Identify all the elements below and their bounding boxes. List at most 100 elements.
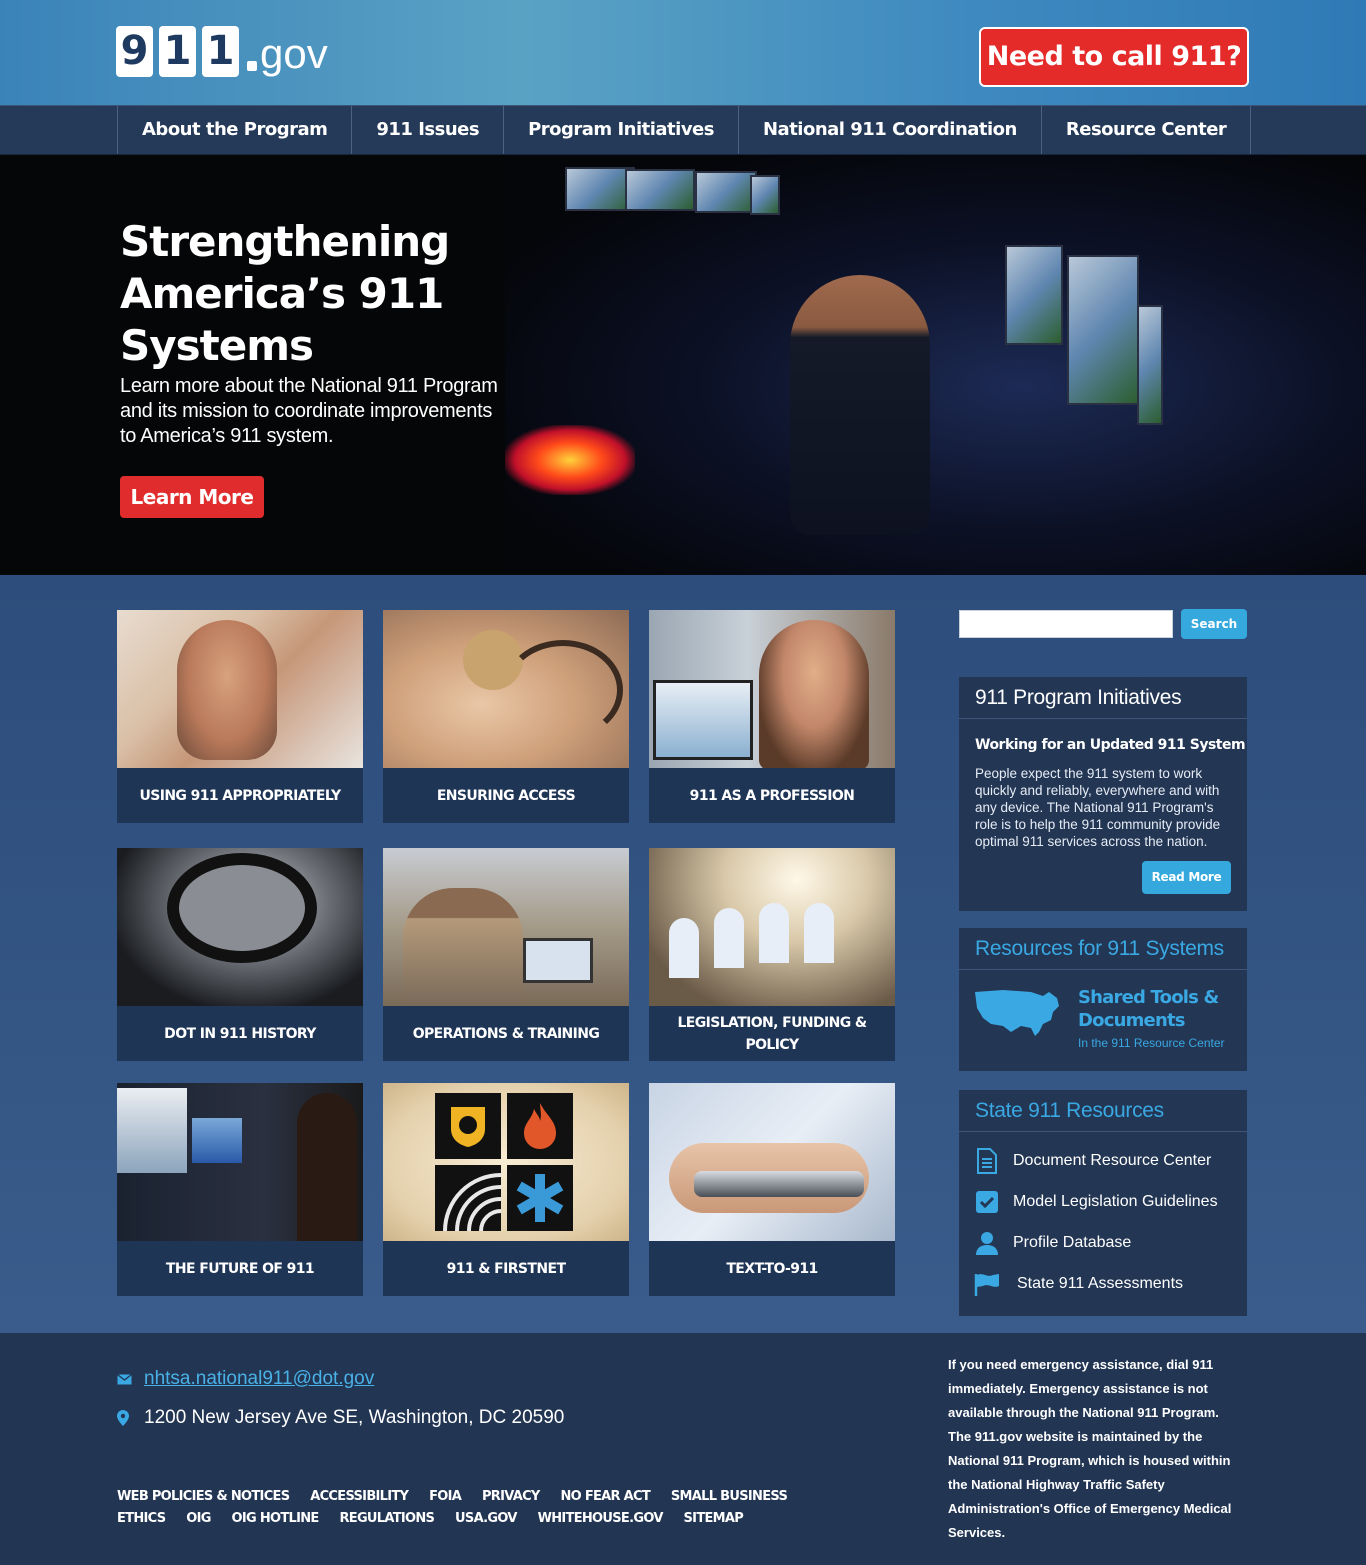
panel-subtitle: Working for an Updated 911 System: [975, 737, 1246, 753]
tile-the-future-of-911[interactable]: THE FUTURE OF 911: [117, 1083, 363, 1296]
tile-label: TEXT-TO-911: [726, 1260, 818, 1277]
dispatcher-photo: [505, 155, 1366, 575]
location-pin-icon: [117, 1410, 129, 1426]
woman-on-phone-photo: [117, 610, 363, 768]
footer-link-no-fear-act[interactable]: NO FEAR ACT: [560, 1486, 650, 1508]
resources-panel: Resources for 911 Systems Shared Tools &…: [959, 928, 1247, 1071]
panel-title: 911 Program Initiatives: [959, 677, 1247, 719]
red-light-glow: [505, 425, 635, 495]
nav-item-resource-center[interactable]: Resource Center: [1042, 106, 1252, 154]
nav-item-national-911-coordination[interactable]: National 911 Coordination: [739, 106, 1042, 154]
tile-operations-and-training[interactable]: OPERATIONS & TRAINING: [383, 848, 629, 1061]
email-link[interactable]: nhtsa.national911@dot.gov: [144, 1368, 374, 1390]
state-link-state-911-assessments[interactable]: State 911 Assessments: [973, 1269, 1233, 1299]
state-link-label: Profile Database: [1013, 1234, 1132, 1251]
hearing-aid-photo: [383, 610, 629, 768]
monitor: [750, 175, 780, 215]
tile-911-as-a-profession[interactable]: 911 AS A PROFESSION: [649, 610, 895, 823]
learn-more-button[interactable]: Learn More: [120, 476, 264, 518]
footer-link-usa-gov[interactable]: USA.GOV: [455, 1508, 517, 1530]
resource-center-caption: In the 911 Resource Center: [1078, 1036, 1225, 1050]
main-nav: About the Program 911 Issues Program Ini…: [0, 105, 1366, 155]
nav-item-about-the-program[interactable]: About the Program: [118, 106, 353, 154]
state-link-label: Document Resource Center: [1013, 1152, 1212, 1169]
footer-address: 1200 New Jersey Ave SE, Washington, DC 2…: [117, 1407, 564, 1429]
footer-link-web-policies[interactable]: WEB POLICIES & NOTICES: [117, 1486, 290, 1508]
need-to-call-911-button[interactable]: Need to call 911?: [979, 27, 1249, 87]
tile-label: THE FUTURE OF 911: [165, 1260, 315, 1277]
checkbox-icon: [973, 1188, 1001, 1216]
capitol-dome-photo: [649, 848, 895, 1006]
logo-digit: 9: [116, 26, 153, 77]
logo-dot: [247, 61, 257, 71]
tile-label: OPERATIONS & TRAINING: [412, 1025, 600, 1042]
envelope-icon: [117, 1373, 132, 1384]
footer-link-accessibility[interactable]: ACCESSIBILITY: [310, 1486, 409, 1508]
rotary-phone-photo: [117, 848, 363, 1006]
panel-body: People expect the 911 system to work qui…: [975, 766, 1221, 849]
footer-link-foia[interactable]: FOIA: [429, 1486, 462, 1508]
monitor: [1137, 305, 1163, 425]
tile-label: 911 AS A PROFESSION: [689, 787, 855, 804]
dispatcher-figure: [790, 275, 930, 535]
footer-link-regulations[interactable]: REGULATIONS: [339, 1508, 434, 1530]
hands-texting-photo: [649, 1083, 895, 1241]
read-more-button[interactable]: Read More: [1142, 861, 1231, 894]
firstnet-icons-image: [383, 1083, 629, 1241]
monitor: [1067, 255, 1139, 405]
tile-legislation-funding-policy[interactable]: LEGISLATION, FUNDING & POLICY: [649, 848, 895, 1061]
nav-item-911-issues[interactable]: 911 Issues: [352, 106, 505, 154]
footer-link-ethics[interactable]: ETHICS: [117, 1508, 166, 1530]
emergency-disclaimer: If you need emergency assistance, dial 9…: [948, 1357, 1232, 1540]
search-input[interactable]: [959, 610, 1173, 638]
footer-email: nhtsa.national911@dot.gov: [117, 1368, 374, 1390]
panel-title: State 911 Resources: [959, 1090, 1247, 1132]
site-header: 9 1 1 gov Need to call 911?: [0, 0, 1366, 105]
monitor: [1005, 245, 1063, 345]
monitor: [695, 171, 757, 213]
address-text: 1200 New Jersey Ave SE, Washington, DC 2…: [144, 1407, 565, 1428]
footer-link-oig[interactable]: OIG: [186, 1508, 211, 1530]
tile-label: 911 & FIRSTNET: [446, 1260, 566, 1277]
state-link-document-resource-center[interactable]: Document Resource Center: [973, 1146, 1233, 1176]
state-resources-panel: State 911 Resources Document Resource Ce…: [959, 1090, 1247, 1316]
dispatcher-woman-photo: [649, 610, 895, 768]
state-link-label: Model Legislation Guidelines: [1013, 1193, 1218, 1210]
state-link-model-legislation[interactable]: Model Legislation Guidelines: [973, 1187, 1233, 1217]
document-icon: [973, 1147, 1001, 1175]
dispatch-center-photo: [117, 1083, 363, 1241]
site-logo[interactable]: 9 1 1 gov: [116, 26, 328, 77]
nav-item-program-initiatives[interactable]: Program Initiatives: [504, 106, 739, 154]
footer-links: WEB POLICIES & NOTICES ACCESSIBILITY FOI…: [117, 1486, 837, 1530]
state-link-label: State 911 Assessments: [1017, 1275, 1184, 1292]
monitor: [625, 169, 695, 211]
logo-digit: 1: [159, 26, 196, 77]
search-button[interactable]: Search: [1181, 609, 1247, 639]
footer-link-whitehouse-gov[interactable]: WHITEHOUSE.GOV: [538, 1508, 664, 1530]
logo-suffix: gov: [260, 30, 328, 77]
footer-link-sitemap[interactable]: SITEMAP: [684, 1508, 744, 1530]
site-footer: nhtsa.national911@dot.gov 1200 New Jerse…: [0, 1333, 1366, 1565]
state-link-profile-database[interactable]: Profile Database: [973, 1228, 1233, 1258]
tile-dot-in-911-history[interactable]: DOT IN 911 HISTORY: [117, 848, 363, 1061]
hero-description: Learn more about the National 911 Progra…: [120, 375, 498, 447]
logo-digit: 1: [202, 26, 239, 77]
tile-label: USING 911 APPROPRIATELY: [139, 787, 341, 804]
footer-link-small-business[interactable]: SMALL BUSINESS: [671, 1486, 788, 1508]
tile-ensuring-access[interactable]: ENSURING ACCESS: [383, 610, 629, 823]
hero-title: Strengthening America’s 911 Systems: [120, 217, 450, 370]
footer-link-oig-hotline[interactable]: OIG HOTLINE: [232, 1508, 320, 1530]
tile-label: LEGISLATION, FUNDING & POLICY: [677, 1014, 867, 1053]
program-initiatives-panel: 911 Program Initiatives Working for an U…: [959, 677, 1247, 911]
footer-link-privacy[interactable]: PRIVACY: [482, 1486, 540, 1508]
tile-label: DOT IN 911 HISTORY: [164, 1025, 316, 1042]
tile-911-and-firstnet[interactable]: 911 & FIRSTNET: [383, 1083, 629, 1296]
person-icon: [973, 1229, 1001, 1257]
flag-icon: [973, 1270, 1001, 1298]
tile-label: ENSURING ACCESS: [436, 787, 576, 804]
shared-tools-link[interactable]: Shared Tools & Documents: [1078, 986, 1228, 1032]
tile-text-to-911[interactable]: TEXT-TO-911: [649, 1083, 895, 1296]
training-class-photo: [383, 848, 629, 1006]
tile-using-911-appropriately[interactable]: USING 911 APPROPRIATELY: [117, 610, 363, 823]
us-map-icon: [975, 990, 1059, 1036]
